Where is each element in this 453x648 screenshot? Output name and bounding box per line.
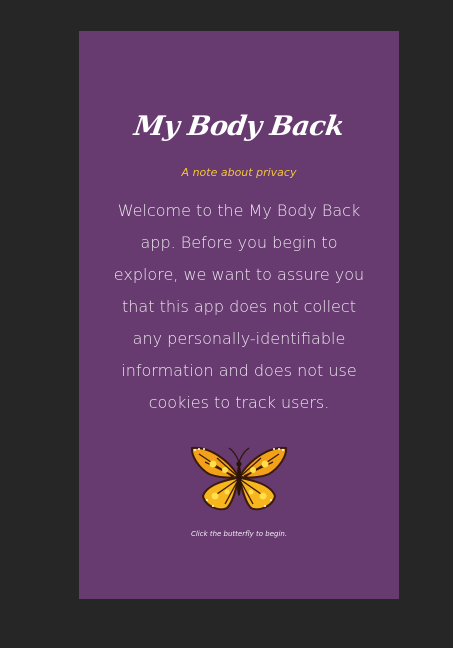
start-hint: Click the butterfly to begin. [190,530,288,538]
app-screen: My Body Back A note about privacy Welcom… [79,31,399,599]
start-butterfly-button[interactable] [189,444,289,514]
privacy-message: Welcome to the My Body Back app. Before … [113,201,365,412]
app-title: My Body Back [132,111,346,142]
butterfly-icon [190,446,288,511]
privacy-subtitle: A note about privacy [181,166,297,179]
